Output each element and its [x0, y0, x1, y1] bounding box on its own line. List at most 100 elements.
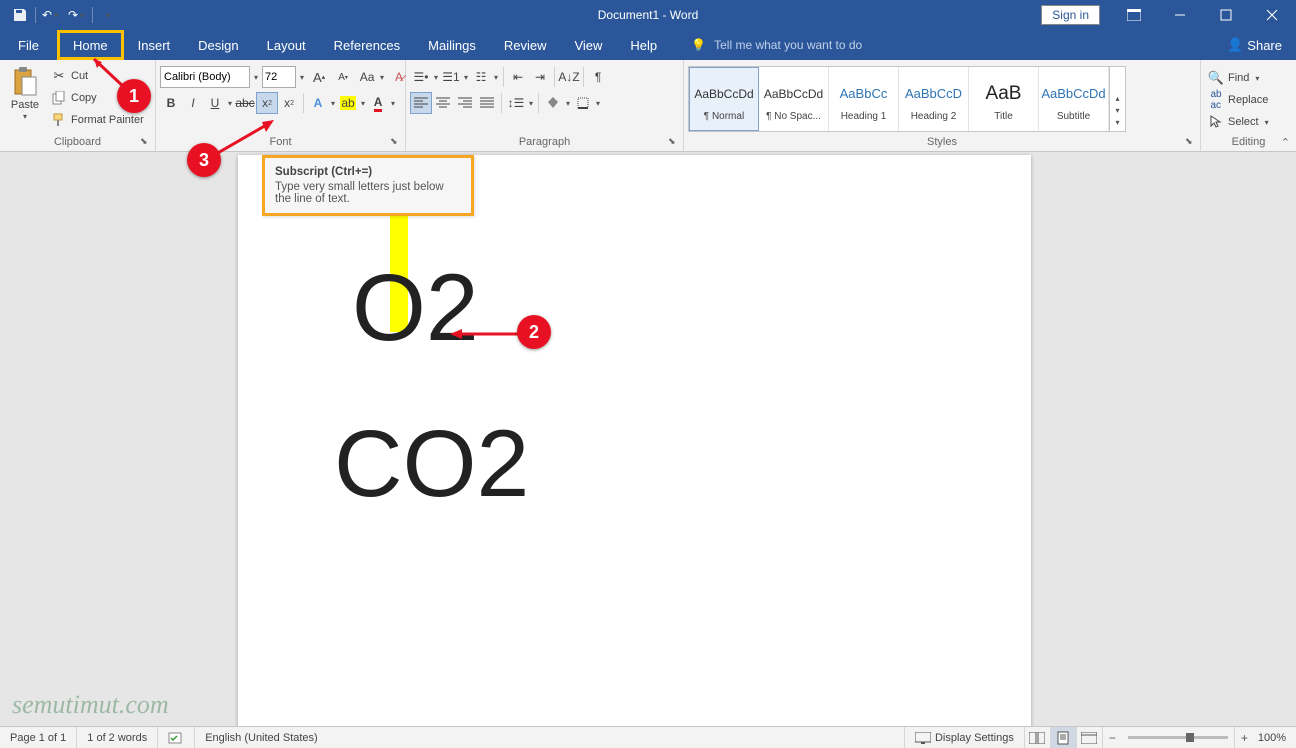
- minimize-button[interactable]: [1158, 0, 1202, 30]
- style-heading-1[interactable]: AaBbCc Heading 1: [829, 67, 899, 131]
- bullets-button[interactable]: ☰•: [410, 66, 432, 88]
- text-line-2[interactable]: CO2: [334, 407, 935, 521]
- chevron-down-icon[interactable]: ▾: [432, 66, 440, 88]
- tell-me-search[interactable]: 💡: [691, 30, 914, 60]
- styles-gallery-more[interactable]: ▴ ▾ ▾: [1109, 67, 1125, 131]
- view-web-layout-button[interactable]: [1076, 727, 1102, 748]
- ribbon-display-options-icon[interactable]: [1112, 0, 1156, 30]
- tab-view[interactable]: View: [560, 30, 616, 60]
- replace-button[interactable]: abac Replace: [1205, 90, 1274, 110]
- underline-button[interactable]: U: [204, 92, 226, 114]
- view-read-mode-button[interactable]: [1024, 727, 1050, 748]
- qat-customize-icon[interactable]: ▾: [96, 3, 120, 27]
- maximize-button[interactable]: [1204, 0, 1248, 30]
- text-effects-button[interactable]: A: [307, 92, 329, 114]
- chevron-down-icon[interactable]: ▾: [329, 92, 337, 114]
- align-center-button[interactable]: [432, 92, 454, 114]
- subscript-button[interactable]: x2: [256, 92, 278, 114]
- font-size-input[interactable]: [262, 66, 296, 88]
- show-hide-marks-button[interactable]: ¶: [587, 66, 609, 88]
- align-left-button[interactable]: [410, 92, 432, 114]
- text-2-selected[interactable]: 2: [426, 255, 479, 361]
- tab-review[interactable]: Review: [490, 30, 561, 60]
- status-page[interactable]: Page 1 of 1: [0, 727, 77, 748]
- dialog-launcher-paragraph[interactable]: ⬊: [668, 136, 680, 148]
- borders-button[interactable]: [572, 92, 594, 114]
- chevron-down-icon[interactable]: ▾: [492, 66, 500, 88]
- chevron-down-icon[interactable]: ▾: [252, 73, 260, 82]
- multilevel-list-button[interactable]: ☷: [470, 66, 492, 88]
- tab-references[interactable]: References: [320, 30, 414, 60]
- paste-button[interactable]: Paste ▾: [4, 66, 46, 121]
- style-no-spacing[interactable]: AaBbCcDd ¶ No Spac...: [759, 67, 829, 131]
- chevron-down-icon[interactable]: ▾: [1115, 106, 1119, 117]
- zoom-slider-thumb[interactable]: [1186, 733, 1194, 742]
- style-title[interactable]: AaB Title: [969, 67, 1039, 131]
- chevron-down-icon[interactable]: ▾: [389, 92, 397, 114]
- document-area[interactable]: O2 CO2: [0, 152, 1296, 726]
- chevron-down-icon[interactable]: ▾: [1115, 118, 1119, 129]
- superscript-button[interactable]: x2: [278, 92, 300, 114]
- tab-design[interactable]: Design: [184, 30, 252, 60]
- zoom-slider[interactable]: [1128, 736, 1228, 739]
- italic-button[interactable]: I: [182, 92, 204, 114]
- increase-indent-button[interactable]: ⇥: [529, 66, 551, 88]
- undo-icon[interactable]: ↶▾: [39, 3, 63, 27]
- grow-font-button[interactable]: A▴: [308, 66, 330, 88]
- status-word-count[interactable]: 1 of 2 words: [77, 727, 158, 748]
- close-button[interactable]: [1250, 0, 1294, 30]
- view-print-layout-button[interactable]: [1050, 727, 1076, 748]
- tab-layout[interactable]: Layout: [253, 30, 320, 60]
- tab-file[interactable]: File: [0, 30, 57, 60]
- text-line-1[interactable]: O2: [334, 251, 479, 365]
- zoom-level[interactable]: 100%: [1254, 727, 1296, 748]
- save-icon[interactable]: [8, 3, 32, 27]
- find-button[interactable]: 🔍 Find ▾: [1205, 68, 1274, 88]
- strikethrough-button[interactable]: abc: [234, 92, 256, 114]
- style-subtitle[interactable]: AaBbCcDd Subtitle: [1039, 67, 1109, 131]
- align-right-button[interactable]: [454, 92, 476, 114]
- chevron-down-icon[interactable]: ▾: [298, 73, 306, 82]
- redo-icon[interactable]: ↷▾: [65, 3, 89, 27]
- chevron-down-icon[interactable]: ▾: [359, 92, 367, 114]
- chevron-down-icon[interactable]: ▾: [564, 92, 572, 114]
- status-language[interactable]: English (United States): [195, 727, 328, 748]
- change-case-button[interactable]: Aa: [356, 66, 378, 88]
- font-name-input[interactable]: [160, 66, 250, 88]
- style-normal[interactable]: AaBbCcDd ¶ Normal: [689, 67, 759, 131]
- tab-help[interactable]: Help: [616, 30, 671, 60]
- sort-button[interactable]: A↓Z: [558, 66, 580, 88]
- tab-insert[interactable]: Insert: [124, 30, 185, 60]
- styles-gallery[interactable]: AaBbCcDd ¶ Normal AaBbCcDd ¶ No Spac... …: [688, 66, 1126, 132]
- dialog-launcher-clipboard[interactable]: ⬊: [140, 136, 152, 148]
- bold-button[interactable]: B: [160, 92, 182, 114]
- justify-button[interactable]: [476, 92, 498, 114]
- highlight-button[interactable]: ab: [337, 92, 359, 114]
- status-spellcheck[interactable]: [158, 727, 195, 748]
- select-button[interactable]: Select ▾: [1205, 112, 1274, 132]
- chevron-down-icon[interactable]: ▾: [462, 66, 470, 88]
- share-button[interactable]: 👤 Share: [1213, 30, 1296, 60]
- dialog-launcher-styles[interactable]: ⬊: [1185, 136, 1197, 148]
- sign-in-button[interactable]: Sign in: [1041, 5, 1100, 25]
- dialog-launcher-font[interactable]: ⬊: [390, 136, 402, 148]
- chevron-down-icon[interactable]: ▾: [527, 92, 535, 114]
- display-settings-button[interactable]: Display Settings: [904, 727, 1024, 748]
- document-page[interactable]: O2 CO2: [238, 155, 1031, 726]
- format-painter-button[interactable]: Format Painter: [48, 110, 147, 130]
- font-color-button[interactable]: A: [367, 92, 389, 114]
- tell-me-input[interactable]: [714, 38, 914, 52]
- shading-button[interactable]: [542, 92, 564, 114]
- chevron-down-icon[interactable]: ▾: [226, 92, 234, 114]
- zoom-in-button[interactable]: +: [1234, 727, 1254, 748]
- chevron-down-icon[interactable]: ▾: [594, 92, 602, 114]
- tab-mailings[interactable]: Mailings: [414, 30, 490, 60]
- line-spacing-button[interactable]: ↕☰: [505, 92, 527, 114]
- collapse-ribbon-button[interactable]: ⌃: [1281, 136, 1290, 149]
- chevron-up-icon[interactable]: ▴: [1115, 94, 1119, 105]
- zoom-out-button[interactable]: −: [1102, 727, 1122, 748]
- shrink-font-button[interactable]: A▾: [332, 66, 354, 88]
- decrease-indent-button[interactable]: ⇤: [507, 66, 529, 88]
- text-o[interactable]: O: [352, 255, 426, 361]
- chevron-down-icon[interactable]: ▾: [378, 66, 386, 88]
